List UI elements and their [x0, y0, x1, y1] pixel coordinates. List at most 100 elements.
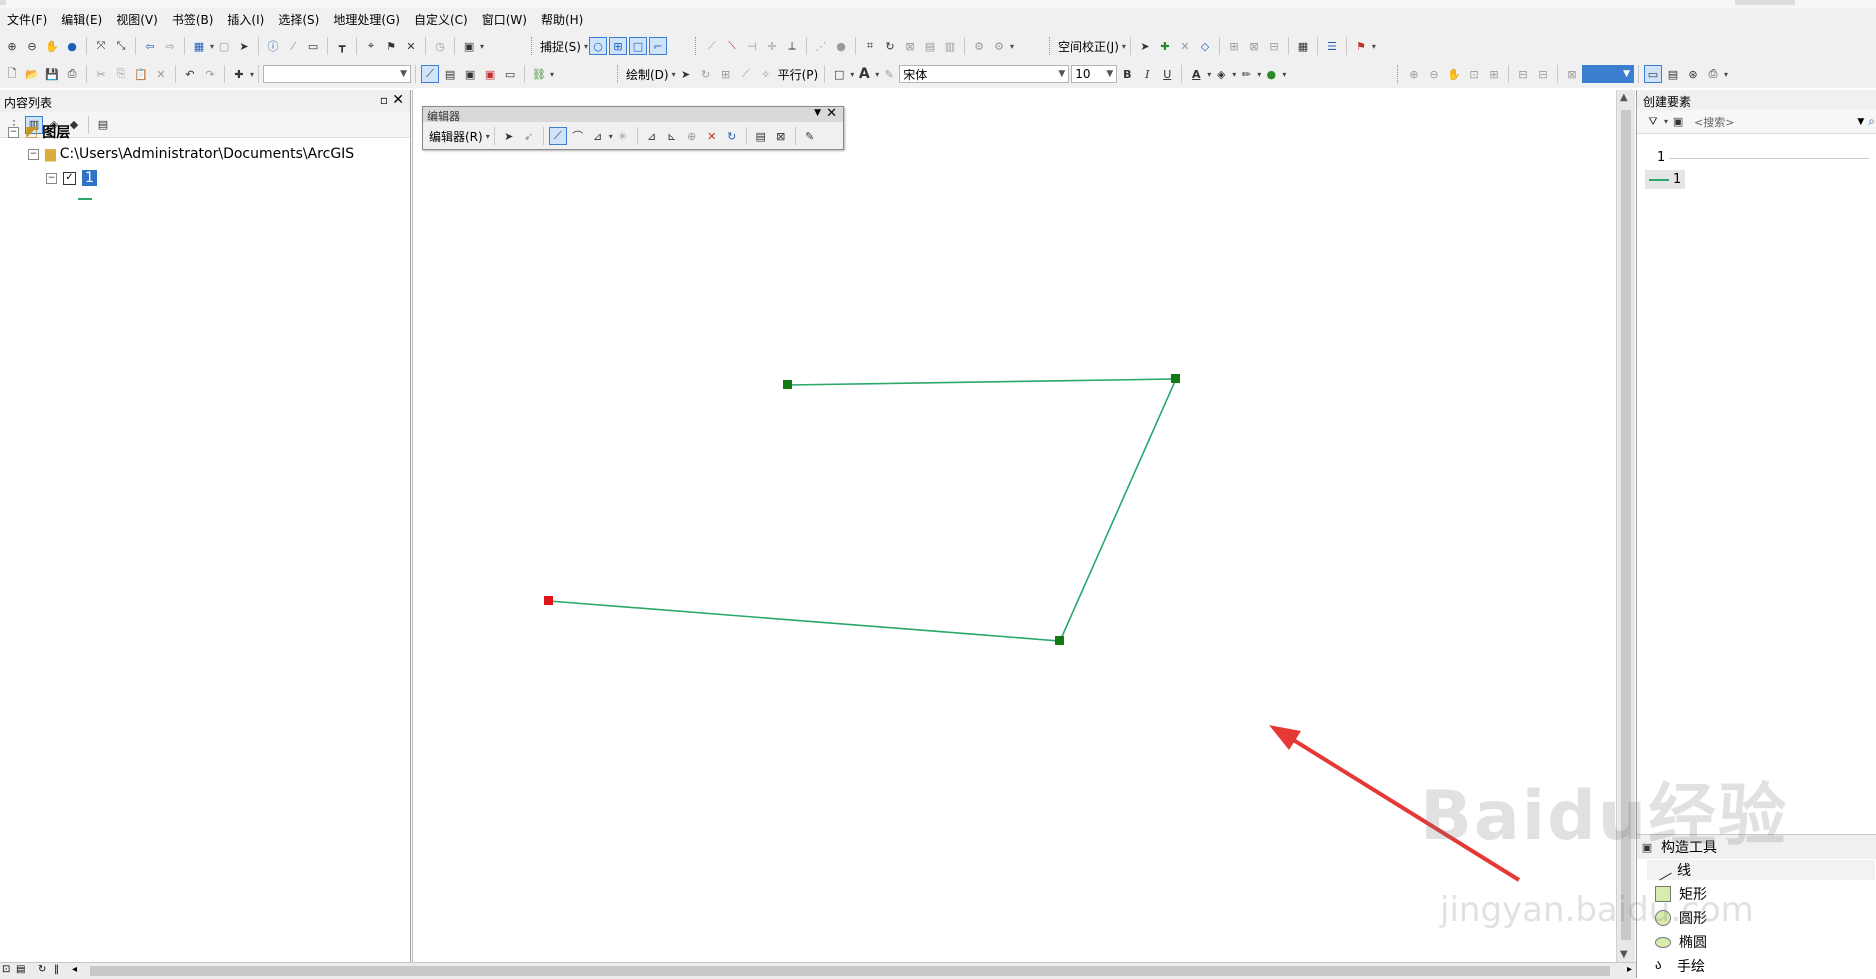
- fixed-zoom-out-icon[interactable]: ⤡: [112, 37, 130, 55]
- model-builder-icon[interactable]: ⛓: [530, 65, 548, 83]
- menu-geoprocessing[interactable]: 地理处理(G): [326, 8, 407, 32]
- data-driven-pages-icon[interactable]: ⎙: [1704, 65, 1722, 83]
- font-size-combo[interactable]: 10 ▼: [1071, 65, 1118, 83]
- line-color-icon[interactable]: ✏: [1237, 65, 1255, 83]
- vertex-snap-icon[interactable]: □: [629, 37, 647, 55]
- tree-folder-row[interactable]: − ▆ C:\Users\Administrator\Documents\Arc…: [28, 146, 354, 162]
- delete-icon[interactable]: ✕: [152, 65, 170, 83]
- toggle-draft-icon[interactable]: ▭: [1644, 65, 1662, 83]
- link-table-icon[interactable]: ▦: [1294, 37, 1312, 55]
- sketch-properties-icon[interactable]: ⊠: [772, 127, 790, 145]
- tool-freehand[interactable]: ა 手绘: [1655, 956, 1705, 976]
- dropdown-arrow-icon[interactable]: ▾: [550, 70, 554, 79]
- tool-ellipse[interactable]: 椭圆: [1655, 932, 1707, 952]
- draw-menu[interactable]: 绘制(D): [624, 66, 671, 83]
- dropdown-arrow-icon[interactable]: ▾: [1372, 42, 1376, 51]
- organize-templates-icon[interactable]: ▣: [1669, 113, 1687, 131]
- find-route-icon[interactable]: ⚑: [382, 37, 400, 55]
- spatial-adjust-menu[interactable]: 空间校正(J): [1056, 38, 1121, 55]
- layout-zoom-percent-icon[interactable]: ⊠: [1563, 65, 1581, 83]
- scroll-up-icon[interactable]: ▲: [1620, 92, 1628, 103]
- scroll-left-icon[interactable]: ◂: [72, 964, 77, 975]
- layout-pan-icon[interactable]: ✋: [1445, 65, 1463, 83]
- bottom-scrollbar[interactable]: ⊡ ▤ ↻ ‖ ◂ ▸: [0, 962, 1636, 979]
- toolbar-grip[interactable]: [695, 37, 699, 55]
- polyline-feature[interactable]: [548, 378, 1178, 642]
- hyperlink-icon[interactable]: ⁄: [284, 37, 302, 55]
- create-features-icon[interactable]: ✎: [801, 127, 819, 145]
- rectangle-draw-icon[interactable]: □: [830, 65, 848, 83]
- redo-icon[interactable]: ↷: [201, 65, 219, 83]
- tool-line[interactable]: 线: [1647, 860, 1875, 880]
- snap-menu[interactable]: 捕捉(S): [538, 38, 583, 55]
- dropdown-arrow-icon[interactable]: ▾: [1232, 70, 1236, 79]
- scroll-right-icon[interactable]: ▸: [1627, 964, 1632, 975]
- vertex-handle[interactable]: [1171, 374, 1180, 383]
- select-features-icon[interactable]: ▦: [190, 37, 208, 55]
- cog-alt-icon[interactable]: ⚙: [990, 37, 1008, 55]
- create-viewer-window-icon[interactable]: ▣: [460, 37, 478, 55]
- select-elements-icon[interactable]: ➤: [235, 37, 253, 55]
- split-icon[interactable]: ✛: [763, 37, 781, 55]
- layer-name-label[interactable]: 1: [82, 170, 97, 186]
- toolbar-grip[interactable]: [1397, 65, 1401, 83]
- dropdown-arrow-icon[interactable]: ▾: [850, 70, 854, 79]
- dropdown-arrow-icon[interactable]: ▾: [672, 70, 676, 79]
- dropdown-arrow-icon[interactable]: ▾: [480, 42, 484, 51]
- dropdown-arrow-icon[interactable]: ▾: [1282, 70, 1286, 79]
- collapse-icon[interactable]: −: [28, 148, 39, 160]
- arc-segment-icon[interactable]: ⌒: [569, 127, 587, 145]
- callout-icon[interactable]: ✎: [880, 65, 898, 83]
- fill-color-icon[interactable]: ◈: [1212, 65, 1230, 83]
- dropdown-arrow-icon[interactable]: ▾: [486, 132, 490, 141]
- edit-vertices-icon[interactable]: ⟋: [737, 65, 755, 83]
- attribute-transfer-icon[interactable]: ⊟: [1265, 37, 1283, 55]
- georef-icon[interactable]: ⌗: [861, 37, 879, 55]
- menu-windows[interactable]: 窗口(W): [475, 8, 534, 32]
- menu-edit[interactable]: 编辑(E): [54, 8, 109, 32]
- arctoolbox-icon[interactable]: ▣: [481, 65, 499, 83]
- find-binoculars-icon[interactable]: ⌖: [362, 37, 380, 55]
- edge-snap-icon[interactable]: ⌐: [649, 37, 667, 55]
- dropdown-arrow-icon[interactable]: ▾: [1257, 70, 1261, 79]
- menu-file[interactable]: 文件(F): [0, 8, 54, 32]
- dropdown-arrow-icon[interactable]: ▾: [1664, 117, 1668, 126]
- zoom-in-icon[interactable]: ⊕: [3, 37, 21, 55]
- python-window-icon[interactable]: ▭: [501, 65, 519, 83]
- scroll-thumb[interactable]: [90, 966, 1610, 976]
- search-icon[interactable]: ⌕: [1868, 114, 1875, 129]
- adjust-preview-icon[interactable]: ☰: [1323, 37, 1341, 55]
- georef-grid-icon[interactable]: ▥: [941, 37, 959, 55]
- zoom-to-elements-icon[interactable]: ⊞: [717, 65, 735, 83]
- cut-scissors-icon[interactable]: ✂: [92, 65, 110, 83]
- chevron-down-icon[interactable]: ▼: [1857, 117, 1864, 127]
- measure-icon[interactable]: ┳: [333, 37, 351, 55]
- cut-line-icon[interactable]: ⟂: [783, 37, 801, 55]
- generalize-icon[interactable]: ⋰: [812, 37, 830, 55]
- new-document-icon[interactable]: 🗋: [3, 65, 21, 83]
- rotate-icon[interactable]: ↻: [881, 37, 899, 55]
- text-tool-icon[interactable]: A: [855, 65, 873, 83]
- select-elements-arrow-icon[interactable]: ➤: [1136, 37, 1154, 55]
- font-name-combo[interactable]: 宋体 ▼: [899, 65, 1070, 83]
- edit-tool-icon[interactable]: ➤: [500, 127, 518, 145]
- data-view-icon[interactable]: ▤: [16, 964, 25, 975]
- endpoint-snap-icon[interactable]: ⊞: [609, 37, 627, 55]
- template-item[interactable]: 1: [1645, 170, 1686, 189]
- menu-insert[interactable]: 插入(I): [220, 8, 271, 32]
- cog-icon[interactable]: ⚙: [970, 37, 988, 55]
- select-elements-icon[interactable]: ➤: [677, 65, 695, 83]
- dropdown-arrow-icon[interactable]: ▾: [609, 132, 613, 141]
- layout-zoom-out-icon[interactable]: ⊖: [1425, 65, 1443, 83]
- link-tools-icon[interactable]: ⚑: [1352, 37, 1370, 55]
- rotate-tool-icon[interactable]: ↻: [723, 127, 741, 145]
- parallel-button[interactable]: 平行(P): [776, 66, 821, 83]
- layout-zoom-combo[interactable]: ▼: [1582, 65, 1634, 83]
- edit-annotation-icon[interactable]: ➹: [520, 127, 538, 145]
- go-to-xy-icon[interactable]: ✕: [402, 37, 420, 55]
- html-popup-icon[interactable]: ▭: [304, 37, 322, 55]
- tree-root-layers[interactable]: − ◩ 图层: [8, 122, 70, 142]
- print-icon[interactable]: ⎙: [63, 65, 81, 83]
- tree-layer-row[interactable]: − ✓ 1: [46, 170, 97, 186]
- dropdown-arrow-icon[interactable]: ▾: [875, 70, 879, 79]
